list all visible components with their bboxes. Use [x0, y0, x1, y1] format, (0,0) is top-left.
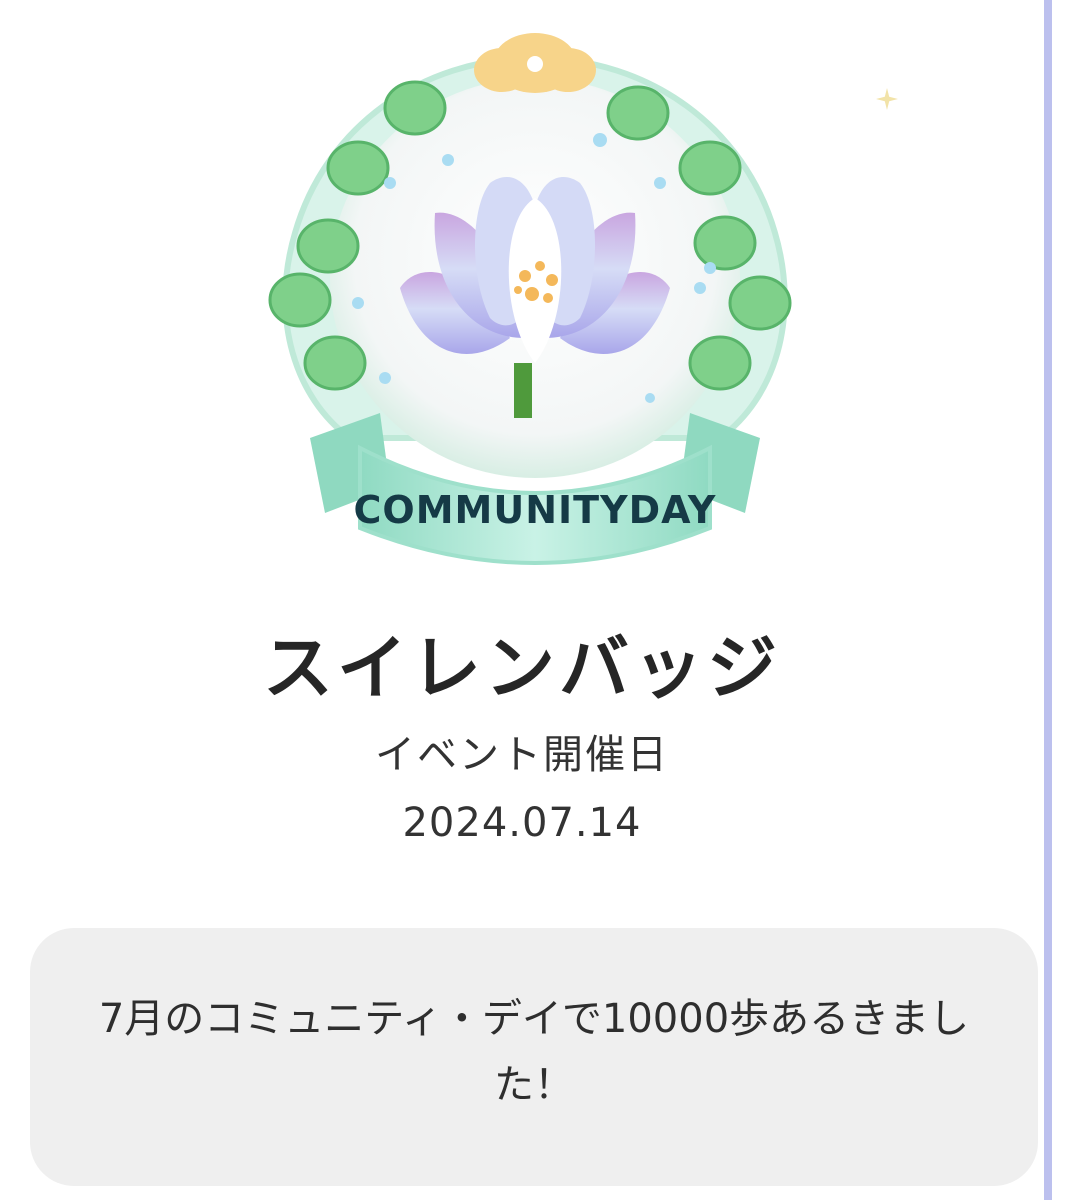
- badge-title: スイレンバッジ: [263, 627, 781, 709]
- achievement-message: 7月のコミュニティ・デイで10000歩あるきました！: [98, 996, 970, 1108]
- badge-emblem-text: COMMUNITYDAY: [354, 488, 717, 532]
- sparkle-icon: [876, 88, 898, 110]
- right-edge-rail: [1044, 0, 1068, 1200]
- achievement-message-card: 7月のコミュニティ・デイで10000歩あるきました！: [30, 928, 1038, 1186]
- water-lily-badge-icon: COMMUNITYDAY: [268, 33, 792, 565]
- event-date-label: イベント開催日: [375, 732, 669, 778]
- event-date: 2024.07.14: [402, 800, 642, 846]
